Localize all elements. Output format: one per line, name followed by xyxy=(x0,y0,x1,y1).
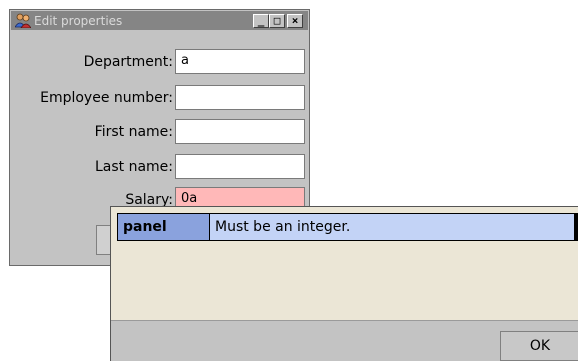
ok-button[interactable]: OK xyxy=(500,331,578,361)
department-field[interactable]: a xyxy=(175,49,305,74)
last-name-field[interactable] xyxy=(175,154,305,179)
department-label: Department: xyxy=(83,54,173,70)
maximize-button[interactable]: □ xyxy=(269,14,285,28)
message-text: Must be an integer. xyxy=(210,214,577,240)
first-name-field[interactable] xyxy=(175,119,305,144)
title-bar[interactable]: Edit properties _ □ × xyxy=(11,11,308,30)
message-header: panel Must be an integer. xyxy=(117,213,578,241)
people-icon xyxy=(15,13,31,28)
minimize-button[interactable]: _ xyxy=(253,14,269,28)
validation-message-panel: panel Must be an integer. OK xyxy=(110,206,578,361)
employee-number-label: Employee number: xyxy=(40,90,173,106)
employee-number-field[interactable] xyxy=(175,85,305,110)
message-footer: OK xyxy=(111,320,578,361)
window-title: Edit properties xyxy=(34,14,123,28)
close-button[interactable]: × xyxy=(287,14,303,28)
last-name-label: Last name: xyxy=(94,159,173,175)
first-name-label: First name: xyxy=(94,124,173,140)
message-tag: panel xyxy=(118,214,210,240)
